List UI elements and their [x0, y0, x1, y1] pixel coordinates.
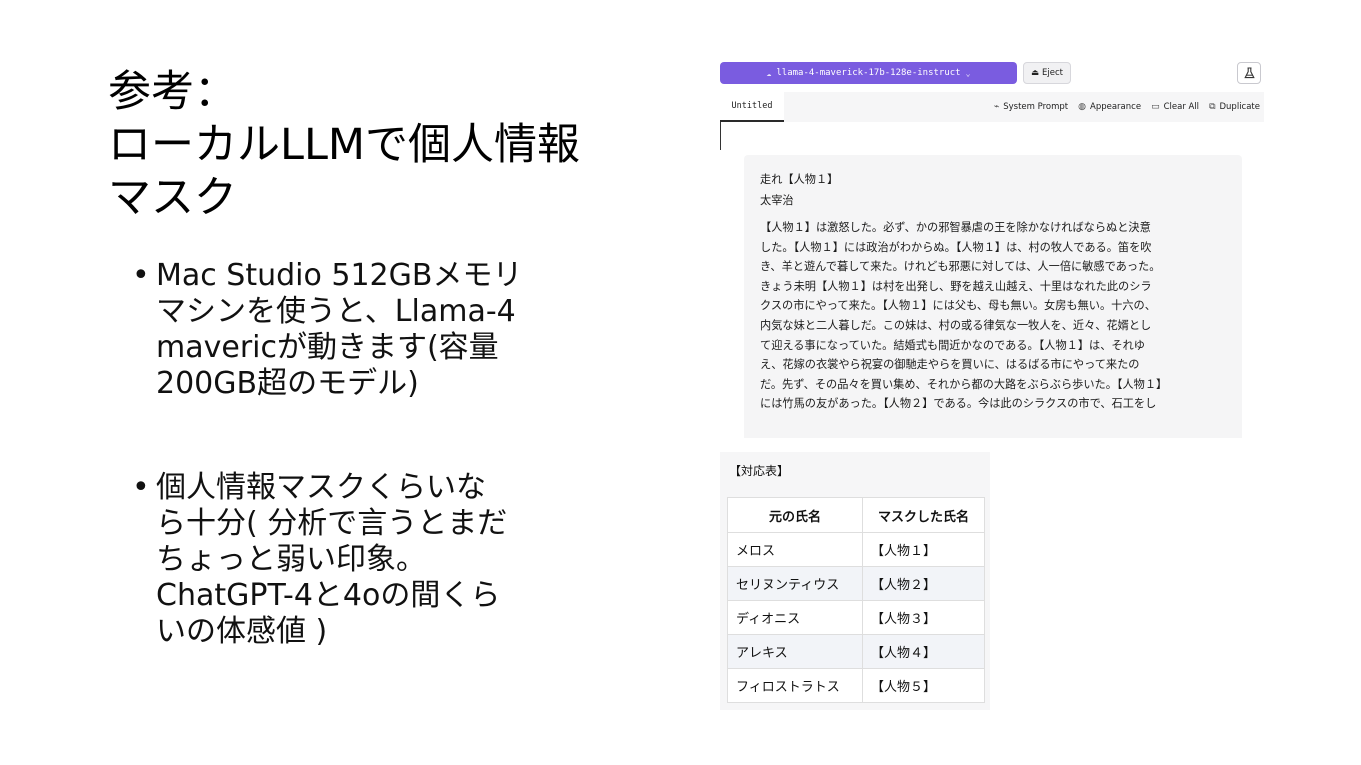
- table-row: ディオニス 【人物３】: [727, 600, 985, 635]
- tab-actions: ⌁ System Prompt ◍ Appearance ▭ Clear All…: [994, 92, 1260, 122]
- masked-name-cell: 【人物２】: [862, 566, 985, 601]
- original-name-cell: メロス: [727, 532, 863, 567]
- original-name-cell: アレキス: [727, 634, 863, 669]
- message-line: え、花嫁の衣裳やら祝宴の御馳走やらを買いに、はるばる市にやって来たの: [760, 358, 1140, 372]
- system-prompt-button[interactable]: ⌁ System Prompt: [994, 102, 1068, 112]
- title-line: 参考：: [108, 67, 237, 117]
- message-heading-line: 太宰治: [760, 194, 794, 207]
- masked-name-cell: 【人物１】: [862, 532, 985, 567]
- tab-bar: Untitled ⌁ System Prompt ◍ Appearance ▭ …: [720, 92, 1264, 122]
- masked-name-cell: 【人物５】: [862, 668, 985, 703]
- bullet-line: 個人情報マスクくらいな: [156, 470, 486, 505]
- message-line: きょう未明【人物１】は村を出発し、野を越え山越え、十里はなれた此のシラ: [760, 279, 1152, 293]
- message-line: 【人物１】は激怒した。必ず、かの邪智暴虐の王を除かなければならぬと決意: [760, 221, 1151, 234]
- bullet-dot: •: [132, 258, 150, 293]
- bullet-item: • 個人情報マスクくらいな ら十分( 分析で言うとまだ ちょっと弱い印象。 Ch…: [132, 470, 592, 650]
- message-line: 内気な妹と二人暮しだ。この妹は、村の或る律気な一牧人を、近々、花婿とし: [760, 318, 1152, 332]
- bullet-line: いの体感値 ): [156, 614, 328, 649]
- chat-app-screenshot: ☁ llama-4-maverick-17b-128e-instruct ⌄ ⏏…: [720, 60, 1264, 438]
- app-topbar: ☁ llama-4-maverick-17b-128e-instruct ⌄ ⏏…: [720, 60, 1264, 88]
- eject-button[interactable]: ⏏ Eject: [1023, 62, 1071, 84]
- mapping-table-panel: 【対応表】 元の氏名 マスクした氏名 メロス 【人物１】 セリヌンティウス 【人…: [720, 452, 990, 710]
- eject-label: Eject: [1042, 68, 1063, 78]
- chevron-down-icon: ⌄: [965, 68, 971, 78]
- clear-all-label: Clear All: [1163, 102, 1200, 112]
- message-heading-line: 走れ【人物１】: [760, 173, 839, 186]
- model-selector-button[interactable]: ☁ llama-4-maverick-17b-128e-instruct ⌄: [720, 62, 1017, 84]
- duplicate-icon: ⧉: [1209, 102, 1216, 112]
- bullet-line: mavericが動きます(容量: [156, 330, 499, 365]
- model-name: llama-4-maverick-17b-128e-instruct: [776, 68, 961, 78]
- prompt-icon: ⌁: [993, 102, 1000, 112]
- assistant-message: 走れ【人物１】 太宰治 【人物１】は激怒した。必ず、かの邪智暴虐の王を除かなけれ…: [744, 155, 1242, 438]
- mapping-table: 元の氏名 マスクした氏名 メロス 【人物１】 セリヌンティウス 【人物２】 ディ…: [727, 497, 985, 703]
- header-masked-name: マスクした氏名: [862, 497, 985, 533]
- bullet-line: 200GB超のモデル): [156, 366, 419, 401]
- message-line: した。【人物１】には政治がわからぬ。【人物１】は、村の牧人である。笛を吹: [760, 240, 1152, 254]
- bullet-dot: •: [132, 470, 150, 505]
- appearance-button[interactable]: ◍ Appearance: [1078, 102, 1141, 112]
- tab-untitled[interactable]: Untitled: [720, 92, 784, 122]
- text-cursor: [720, 122, 721, 150]
- duplicate-label: Duplicate: [1219, 102, 1261, 112]
- table-row: セリヌンティウス 【人物２】: [727, 566, 985, 601]
- table-row: アレキス 【人物４】: [727, 634, 985, 669]
- table-row: フィロストラトス 【人物５】: [727, 668, 985, 703]
- title-line: マスク: [108, 173, 237, 223]
- original-name-cell: フィロストラトス: [727, 668, 863, 703]
- bullet-line: ちょっと弱い印象。: [156, 542, 426, 577]
- flask-icon: [1243, 67, 1255, 79]
- slide: 参考： ローカルLLMで個人情報 マスク • Mac Studio 512GBメ…: [0, 0, 1361, 765]
- cloud-icon: ☁: [766, 68, 772, 78]
- system-prompt-label: System Prompt: [1003, 102, 1069, 112]
- duplicate-button[interactable]: ⧉ Duplicate: [1209, 102, 1260, 112]
- masked-name-cell: 【人物４】: [862, 634, 985, 669]
- mapping-title: 【対応表】: [729, 464, 790, 478]
- title-line: ローカルLLMで個人情報: [108, 120, 581, 170]
- bullet-list: • Mac Studio 512GBメモリ マシンを使うと、Llama-4 ma…: [132, 258, 592, 650]
- bullet-line: ら十分( 分析で言うとまだ: [156, 506, 508, 541]
- eject-icon: ⏏: [1031, 68, 1040, 78]
- original-name-cell: ディオニス: [727, 600, 863, 635]
- message-line: き、羊と遊んで暮して来た。けれども邪悪に対しては、人一倍に敏感であった。: [760, 260, 1161, 274]
- message-line: クスの市にやって来た。【人物１】には父も、母も無い。女房も無い。十六の、: [760, 299, 1156, 313]
- slide-title: 参考： ローカルLLMで個人情報 マスク: [108, 66, 708, 225]
- original-name-cell: セリヌンティウス: [727, 566, 863, 601]
- table-header-row: 元の氏名 マスクした氏名: [727, 497, 985, 533]
- clear-icon: ▭: [1151, 102, 1160, 112]
- palette-icon: ◍: [1078, 102, 1087, 112]
- flask-button[interactable]: [1237, 62, 1261, 84]
- appearance-label: Appearance: [1090, 102, 1142, 112]
- bullet-line: マシンを使うと、Llama-4: [156, 294, 516, 329]
- masked-name-cell: 【人物３】: [862, 600, 985, 635]
- table-row: メロス 【人物１】: [727, 532, 985, 567]
- message-line: だ。先ず、その品々を買い集め、それから都の大路をぶらぶら歩いた。【人物１】: [760, 377, 1168, 391]
- bullet-line: Mac Studio 512GBメモリ: [156, 258, 523, 293]
- header-original-name: 元の氏名: [727, 497, 863, 533]
- clear-all-button[interactable]: ▭ Clear All: [1151, 102, 1199, 112]
- message-line: には竹馬の友があった。【人物２】である。今は此のシラクスの市で、石工をし: [760, 397, 1157, 411]
- message-line: て迎える事になっていた。結婚式も間近かなのである。【人物１】は、それゆ: [760, 338, 1145, 352]
- bullet-item: • Mac Studio 512GBメモリ マシンを使うと、Llama-4 ma…: [132, 258, 592, 402]
- bullet-line: ChatGPT-4と4oの間くら: [156, 578, 501, 613]
